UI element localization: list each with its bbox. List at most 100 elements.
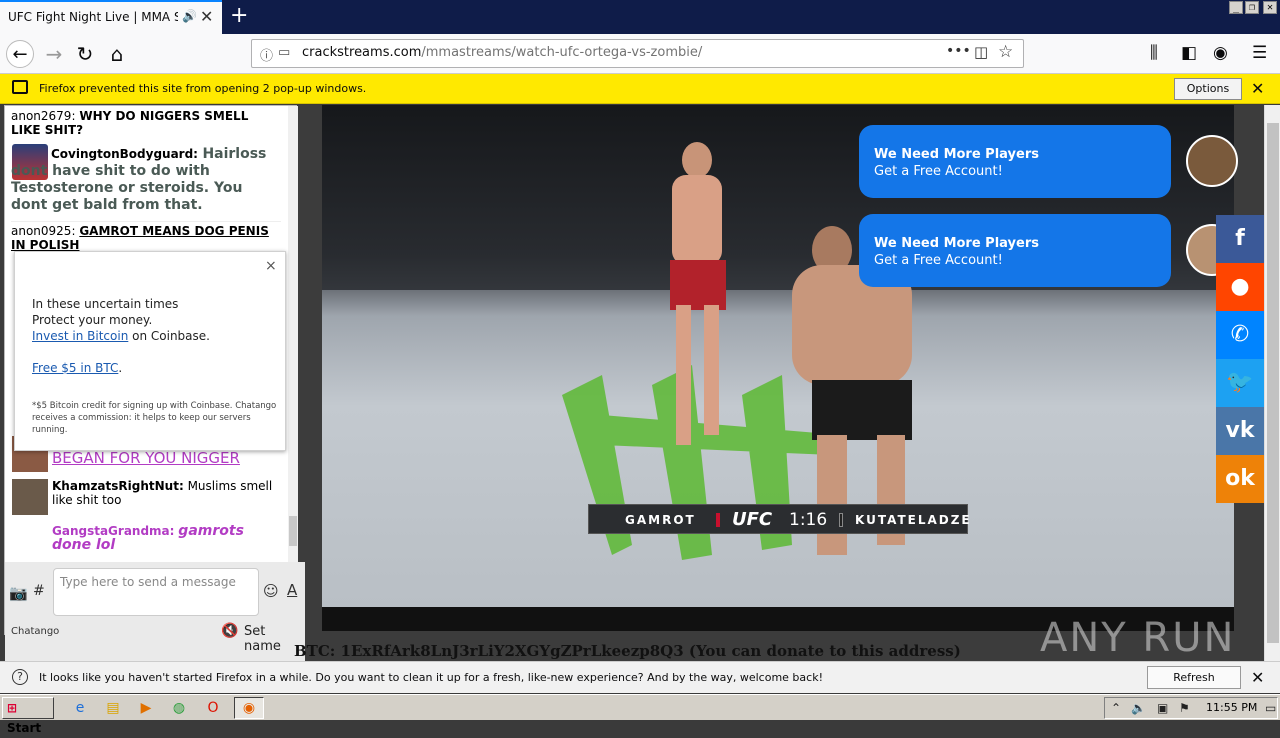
fighter-two-name: KUTATELADZE <box>855 513 972 527</box>
ad-subtitle: Get a Free Account! <box>874 253 1003 268</box>
fighter-left <box>670 142 726 445</box>
ad-text: Invest in Bitcoin on Coinbase. <box>32 329 210 343</box>
popup-options-button[interactable]: Options <box>1174 78 1242 100</box>
network-icon[interactable]: ▣ <box>1157 701 1168 715</box>
home-button[interactable]: ⌂ <box>103 40 131 68</box>
ad-subtitle: Get a Free Account! <box>874 164 1003 179</box>
url-bar[interactable]: ⓘ ▭ crackstreams.com/mmastreams/watch-uf… <box>251 39 1024 68</box>
refresh-firefox-button[interactable]: Refresh Firefox… <box>1147 666 1241 705</box>
player-ad-bubble[interactable]: We Need More Players Get a Free Account! <box>859 125 1171 198</box>
ad-text: In these uncertain times <box>32 297 179 311</box>
menu-icon[interactable]: ☰ <box>1252 43 1267 63</box>
url-path: /mmastreams/watch-ufc-ortega-vs-zombie/ <box>421 45 703 60</box>
avatar[interactable] <box>1186 135 1238 187</box>
tab-title: UFC Fight Night Live | MMA Stream <box>8 10 178 24</box>
windows-flag-icon: ⊞ <box>7 701 18 715</box>
refresh-notification-bar: ? It looks like you haven't started Fire… <box>0 661 1280 705</box>
flag-icon[interactable]: ⚑ <box>1179 701 1190 715</box>
minimize-button[interactable]: _ <box>1229 1 1243 14</box>
fighter-one-name: GAMROT <box>625 513 696 527</box>
info-icon[interactable]: ⓘ <box>260 45 273 64</box>
chat-message: GangstaGrandma: gamrots done lol <box>52 524 282 552</box>
bookmark-star-icon[interactable]: ☆ <box>998 42 1013 62</box>
facebook-share-icon[interactable]: f <box>1216 215 1264 263</box>
popup-blocked-icon <box>12 80 28 94</box>
reddit-share-icon[interactable]: ● <box>1216 263 1264 311</box>
browser-tab[interactable]: UFC Fight Night Live | MMA Stream 🔊 ✕ <box>0 0 222 34</box>
reload-button[interactable]: ↻ <box>71 40 99 68</box>
sidebar-icon[interactable]: ◧ <box>1181 43 1197 63</box>
show-desktop-icon[interactable]: ▭ <box>1265 701 1276 715</box>
avatar <box>12 479 48 515</box>
navigation-bar: ← → ↻ ⌂ ⓘ ▭ crackstreams.com/mmastreams/… <box>0 34 1280 74</box>
popup-blocked-message: Firefox prevented this site from opening… <box>39 82 367 95</box>
chat-message-input[interactable]: Type here to send a message <box>53 568 259 616</box>
ad-title: We Need More Players <box>874 147 1039 162</box>
chat-scrollbar[interactable] <box>288 106 298 636</box>
library-icon[interactable]: ⫼ <box>1150 43 1158 63</box>
blue-corner-marker <box>839 513 843 527</box>
firefox-taskbar-button[interactable]: ◉ <box>234 697 264 719</box>
chatango-brand[interactable]: Chatango <box>11 626 59 637</box>
ad-text: Protect your money. <box>32 313 153 327</box>
chrome-icon[interactable]: ◍ <box>169 698 189 718</box>
messenger-share-icon[interactable]: ✆ <box>1216 311 1264 359</box>
red-corner-marker <box>716 513 720 527</box>
tab-close-button[interactable]: ✕ <box>200 7 213 26</box>
forward-button[interactable]: → <box>40 40 68 68</box>
taskbar: ⊞ Start e ▤ ▶ ◍ O ◉ ⌃ 🔈 ▣ ⚑ ▭ 11:55 PM <box>0 694 1280 735</box>
chat-username[interactable]: CovingtonBodyguard: <box>11 147 198 161</box>
opera-icon[interactable]: O <box>203 698 223 718</box>
chat-message: anon2679: WHY DO NIGGERS SMELL LIKE SHIT… <box>11 109 281 137</box>
popup-blocked-bar: Firefox prevented this site from opening… <box>0 74 1280 104</box>
vk-share-icon[interactable]: vk <box>1216 407 1264 455</box>
page-scrollbar-thumb[interactable] <box>1267 123 1279 643</box>
new-tab-button[interactable]: + <box>230 3 248 28</box>
ad-fine-print: *$5 Bitcoin credit for signing up with C… <box>32 401 277 435</box>
window-close-button[interactable]: ✕ <box>1263 1 1277 14</box>
pocket-icon[interactable]: ◫ <box>974 43 988 61</box>
mute-icon[interactable]: 🔇 <box>221 623 238 639</box>
media-player-icon[interactable]: ▶ <box>136 698 156 718</box>
camera-icon[interactable]: 📷 <box>9 584 28 602</box>
web-page: anon2679: WHY DO NIGGERS SMELL LIKE SHIT… <box>0 105 1264 661</box>
start-button[interactable]: ⊞ Start <box>2 697 54 735</box>
free-btc-link[interactable]: Free $5 in BTC <box>32 361 118 375</box>
ad-text: on Coinbase. <box>128 329 210 343</box>
chat-scrollbar-thumb[interactable] <box>289 516 297 546</box>
internet-explorer-icon[interactable]: e <box>70 698 90 718</box>
popup-bar-close-button[interactable]: ✕ <box>1251 79 1264 98</box>
twitter-share-icon[interactable]: 🐦 <box>1216 359 1264 407</box>
restore-button[interactable]: ❐ <box>1245 1 1259 14</box>
tray-expand-icon[interactable]: ⌃ <box>1111 701 1121 715</box>
font-style-button[interactable]: A <box>287 581 297 599</box>
chat-message: CovingtonBodyguard: Hairloss dont have s… <box>11 146 281 214</box>
chat-username[interactable]: anon0925: <box>11 224 76 238</box>
page-icon: ▭ <box>278 45 291 60</box>
url-host: crackstreams.com <box>302 45 422 60</box>
coinbase-ad-popup: × In these uncertain times Protect your … <box>14 251 286 451</box>
invest-bitcoin-link[interactable]: Invest in Bitcoin <box>32 329 128 343</box>
ad-close-button[interactable]: × <box>265 258 277 274</box>
speaker-icon[interactable]: 🔊 <box>182 9 197 23</box>
back-button[interactable]: ← <box>6 40 34 68</box>
btc-donation-text: BTC: 1ExRfArk8LnJ3rLiY2XGYgZPrLkeezp8Q3 … <box>294 642 961 660</box>
hash-icon[interactable]: # <box>33 583 45 599</box>
emoji-icon[interactable]: ☺ <box>263 582 279 600</box>
url-text[interactable]: crackstreams.com/mmastreams/watch-ufc-or… <box>302 45 702 60</box>
chat-username[interactable]: GangstaGrandma: <box>52 524 174 538</box>
page-actions-button[interactable]: ••• <box>946 43 971 59</box>
account-icon[interactable]: ◉ <box>1213 43 1228 63</box>
folder-icon[interactable]: ▤ <box>103 698 123 718</box>
odnoklassniki-share-icon[interactable]: ok <box>1216 455 1264 503</box>
chat-input-area: 📷 # Type here to send a message ☺ A Chat… <box>5 562 305 661</box>
player-ad-bubble[interactable]: We Need More Players Get a Free Account! <box>859 214 1171 287</box>
chat-username[interactable]: anon2679: <box>11 109 76 123</box>
notification-close-button[interactable]: ✕ <box>1251 668 1264 687</box>
chat-username[interactable]: KhamzatsRightNut: <box>52 479 184 493</box>
round-timer: 1:16 <box>789 510 828 530</box>
volume-icon[interactable]: 🔈 <box>1131 701 1146 715</box>
ad-title: We Need More Players <box>874 236 1039 251</box>
page-scrollbar[interactable] <box>1264 105 1280 661</box>
clock[interactable]: 11:55 PM <box>1206 701 1257 714</box>
